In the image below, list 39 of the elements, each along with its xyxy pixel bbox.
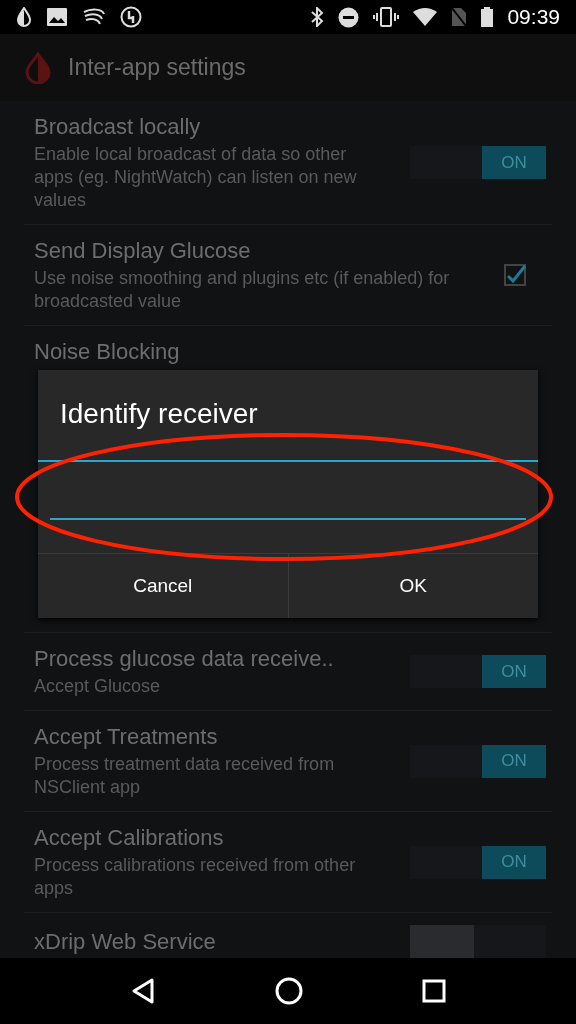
- setting-title: Broadcast locally: [34, 113, 202, 141]
- setting-title: Accept Treatments: [34, 723, 219, 751]
- toggle-thumb: ON: [482, 845, 546, 879]
- dialog-title: Identify receiver: [59, 397, 259, 431]
- setting-summary: Use noise smoothing and plugins etc (if enabled) for broadcasted value: [34, 267, 451, 313]
- toggle-switch[interactable]: ON: [410, 146, 546, 179]
- toggle-switch[interactable]: ON: [410, 655, 546, 688]
- setting-title: Accept Calibrations: [34, 824, 225, 852]
- toggle-thumb: ON: [482, 146, 546, 179]
- toggle-switch[interactable]: [410, 925, 546, 958]
- home-icon[interactable]: [275, 977, 303, 1005]
- setting-summary: Accept Glucose: [34, 675, 162, 698]
- image-icon: [46, 7, 68, 27]
- toggle-thumb: ON: [482, 744, 546, 778]
- setting-title: xDrip Web Service: [34, 927, 217, 956]
- dialog-button[interactable]: Cancel: [38, 554, 288, 618]
- toggle-thumb: ON: [482, 655, 546, 688]
- no-sim-icon: [451, 7, 468, 27]
- setting-title: Send Display Glucose: [34, 237, 252, 265]
- setting-summary: Enable local broadcast of data so other apps (eg. NightWatch) can listen on new values: [34, 143, 358, 212]
- clock-time: 09:39: [507, 5, 560, 29]
- drop-icon: [24, 51, 52, 84]
- checkbox[interactable]: [504, 264, 526, 286]
- do-not-disturb-icon: [338, 6, 360, 28]
- drop-icon: [16, 7, 32, 27]
- toggle-switch[interactable]: ON: [410, 744, 546, 778]
- bluetooth-icon: [310, 7, 325, 27]
- battery-icon: [481, 7, 494, 27]
- vibrate-icon: [373, 7, 400, 27]
- toggle-switch[interactable]: ON: [410, 845, 546, 879]
- setting-summary: Process treatment data received from NSClient app: [34, 753, 336, 799]
- dialog-button[interactable]: OK: [287, 554, 538, 618]
- wifi-icon: [413, 8, 438, 26]
- toggle-thumb: [410, 925, 474, 958]
- setting-title: Noise Blocking: [34, 338, 181, 366]
- recents-icon[interactable]: [422, 979, 447, 1003]
- screen-title: Inter-app settings: [68, 54, 246, 81]
- setting-summary: Process calibrations received from other apps: [34, 854, 357, 900]
- setting-title: Process glucose data receive..: [34, 645, 335, 673]
